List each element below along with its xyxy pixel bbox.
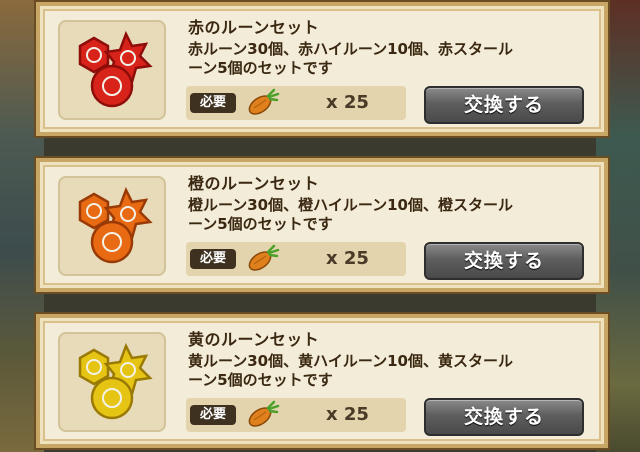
required-cost: 必要 x 25: [186, 398, 406, 432]
rune-set-icon: [78, 342, 153, 420]
rune-set-icon-frame: [58, 332, 166, 432]
rune-set-icon: [78, 30, 153, 108]
rune-set-icon-frame: [58, 20, 166, 120]
exchange-button[interactable]: 交換する: [424, 398, 584, 436]
item-description: 橙ルーン30個、橙ハイルーン10個、橙スタール ーン5個のセットです: [188, 196, 513, 233]
exchange-button[interactable]: 交換する: [424, 86, 584, 124]
exchange-button[interactable]: 交換する: [424, 242, 584, 280]
required-quantity: x 25: [326, 92, 369, 113]
exchange-list[interactable]: 赤のルーンセット 赤ルーン30個、赤ハイルーン10個、赤スタール ーン5個のセッ…: [0, 0, 640, 452]
required-cost: 必要 x 25: [186, 242, 406, 276]
exchange-item-card: 橙のルーンセット 橙ルーン30個、橙ハイルーン10個、橙スタール ーン5個のセッ…: [36, 158, 608, 292]
item-description: 赤ルーン30個、赤ハイルーン10個、赤スタール ーン5個のセットです: [188, 40, 513, 77]
carrot-item-icon: [244, 400, 284, 434]
required-label: 必要: [190, 405, 236, 425]
item-title: 黄のルーンセット: [188, 330, 320, 349]
required-cost: 必要 x 25: [186, 86, 406, 120]
item-title: 赤のルーンセット: [188, 18, 320, 37]
required-quantity: x 25: [326, 248, 369, 269]
required-label: 必要: [190, 93, 236, 113]
rune-set-icon-frame: [58, 176, 166, 276]
exchange-item-card: 黄のルーンセット 黄ルーン30個、黄ハイルーン10個、黄スタール ーン5個のセッ…: [36, 314, 608, 448]
carrot-item-icon: [244, 244, 284, 278]
carrot-item-icon: [244, 88, 284, 122]
required-label: 必要: [190, 249, 236, 269]
rune-set-icon: [78, 186, 153, 264]
item-description: 黄ルーン30個、黄ハイルーン10個、黄スタール ーン5個のセットです: [188, 352, 513, 389]
exchange-item-card: 赤のルーンセット 赤ルーン30個、赤ハイルーン10個、赤スタール ーン5個のセッ…: [36, 2, 608, 136]
item-title: 橙のルーンセット: [188, 174, 320, 193]
required-quantity: x 25: [326, 404, 369, 425]
